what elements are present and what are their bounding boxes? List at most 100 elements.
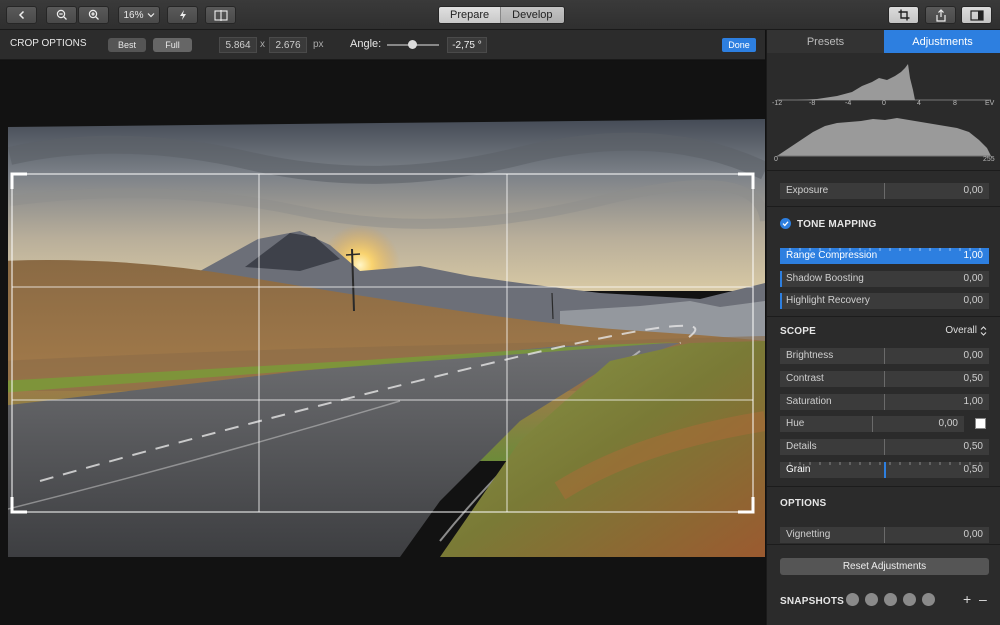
scope-dropdown[interactable]: Overall	[945, 325, 987, 336]
tab-presets[interactable]: Presets	[767, 30, 884, 53]
shadow-boosting-slider[interactable]: Shadow Boosting 0,00	[780, 271, 989, 287]
slider-center-tick	[872, 416, 873, 432]
tab-adjustments[interactable]: Adjustments	[884, 30, 1000, 53]
highlight-recovery-label: Highlight Recovery	[786, 295, 870, 306]
zoom-in-button[interactable]	[78, 6, 109, 24]
times-label: x	[260, 39, 265, 50]
zoom-out-button[interactable]	[46, 6, 77, 24]
back-button[interactable]	[6, 6, 37, 24]
lightning-icon	[179, 10, 186, 20]
top-toolbar: 16% Prepare Develop	[0, 0, 1000, 30]
slider-center-tick	[884, 371, 885, 387]
brightness-value: 0,00	[963, 350, 983, 361]
ev-tick: 0	[882, 100, 886, 107]
exposure-slider[interactable]: Exposure 0,00	[780, 183, 989, 199]
saturation-slider[interactable]: Saturation 1,00	[780, 394, 989, 410]
adjustments-panel: Presets Adjustments -12 -8 -4 0 4 8 EV 0…	[766, 30, 1000, 625]
ev-tick: -12	[772, 100, 783, 107]
done-button[interactable]: Done	[722, 38, 756, 52]
slider-center-tick	[884, 183, 885, 199]
hue-label: Hue	[786, 418, 805, 429]
share-button[interactable]	[925, 6, 956, 24]
divider	[767, 316, 1000, 317]
crop-height-field[interactable]: 2.676	[269, 37, 307, 53]
sidebar-toggle-button[interactable]	[961, 6, 992, 24]
snapshot-slot[interactable]	[922, 593, 935, 606]
sidebar-icon	[969, 9, 984, 21]
grain-value: 0,50	[963, 464, 983, 475]
photo-image	[8, 119, 765, 557]
zoom-out-icon	[56, 9, 67, 20]
exposure-value: 0,00	[963, 185, 983, 196]
snapshot-slot[interactable]	[884, 593, 897, 606]
shadow-boosting-value: 0,00	[963, 273, 983, 284]
add-snapshot-button[interactable]: +	[963, 591, 971, 607]
vignetting-value: 0,00	[963, 529, 983, 540]
contrast-slider[interactable]: Contrast 0,50	[780, 371, 989, 387]
ev-axis: -12 -8 -4 0 4 8 EV	[767, 100, 1000, 110]
share-icon	[935, 8, 946, 22]
slider-handle[interactable]	[884, 462, 886, 478]
grain-slider[interactable]: Grain 0,50	[780, 462, 989, 478]
range-compression-slider[interactable]: Range Compression 1,00	[780, 248, 989, 264]
crop-options-title: CROP OPTIONS	[10, 38, 87, 49]
crop-tool-button[interactable]	[888, 6, 919, 24]
scope-title: SCOPE	[780, 326, 817, 337]
divider	[767, 486, 1000, 487]
crop-width-field[interactable]: 5.864	[219, 37, 257, 53]
vignetting-slider[interactable]: Vignetting 0,00	[780, 527, 989, 543]
slider-center-tick	[884, 527, 885, 543]
tab-develop[interactable]: Develop	[500, 7, 564, 23]
tab-prepare[interactable]: Prepare	[439, 7, 501, 23]
highlight-recovery-slider[interactable]: Highlight Recovery 0,00	[780, 293, 989, 309]
panel-tabs: Presets Adjustments	[767, 30, 1000, 53]
photo-canvas[interactable]	[0, 61, 765, 625]
ev-tick: -8	[809, 100, 816, 107]
ev-tick: -4	[845, 100, 852, 107]
ev-tick: 4	[917, 100, 921, 107]
zoom-level: 16%	[123, 9, 144, 21]
angle-slider-handle[interactable]	[408, 40, 417, 49]
check-circle-icon[interactable]	[780, 218, 791, 229]
grain-label: Grain	[786, 464, 811, 475]
saturation-label: Saturation	[786, 396, 832, 407]
updown-chevron-icon	[980, 325, 987, 336]
crop-icon	[898, 9, 909, 21]
snapshot-slot[interactable]	[903, 593, 916, 606]
compare-button[interactable]	[205, 6, 236, 24]
slider-center-tick	[884, 394, 885, 410]
angle-label: Angle:	[350, 38, 382, 50]
slider-fill	[780, 293, 782, 309]
contrast-value: 0,50	[963, 373, 983, 384]
snapshot-slot[interactable]	[865, 593, 878, 606]
ev-tick: EV	[985, 100, 995, 107]
zoom-in-icon	[88, 9, 99, 20]
chevron-left-icon	[18, 10, 24, 20]
divider	[767, 544, 1000, 545]
highlight-recovery-value: 0,00	[963, 295, 983, 306]
reset-adjustments-button[interactable]: Reset Adjustments	[780, 558, 989, 575]
contrast-label: Contrast	[786, 373, 824, 384]
snapshot-slot[interactable]	[846, 593, 859, 606]
divider	[767, 206, 1000, 207]
slider-center-tick	[884, 348, 885, 364]
hue-color-swatch[interactable]	[975, 418, 986, 429]
range-compression-value: 1,00	[963, 250, 983, 261]
hue-slider[interactable]: Hue 0,00	[780, 416, 964, 432]
scope-value: Overall	[945, 325, 977, 336]
angle-value-field[interactable]: -2,75 °	[447, 37, 487, 53]
zoom-dropdown[interactable]: 16%	[118, 6, 160, 24]
vignetting-label: Vignetting	[786, 529, 831, 540]
brightness-slider[interactable]: Brightness 0,00	[780, 348, 989, 364]
crop-options-bar: CROP OPTIONS Best Full 5.864 x 2.676 px …	[0, 30, 765, 60]
slider-fill	[780, 271, 782, 287]
exposure-label: Exposure	[786, 185, 829, 196]
details-label: Details	[786, 441, 817, 452]
ev-tick: 8	[953, 100, 957, 107]
auto-enhance-button[interactable]	[167, 6, 198, 24]
best-button[interactable]: Best	[108, 38, 146, 52]
remove-snapshot-button[interactable]: –	[979, 591, 987, 607]
shadow-boosting-label: Shadow Boosting	[786, 273, 864, 284]
full-button[interactable]: Full	[153, 38, 192, 52]
details-slider[interactable]: Details 0,50	[780, 439, 989, 455]
